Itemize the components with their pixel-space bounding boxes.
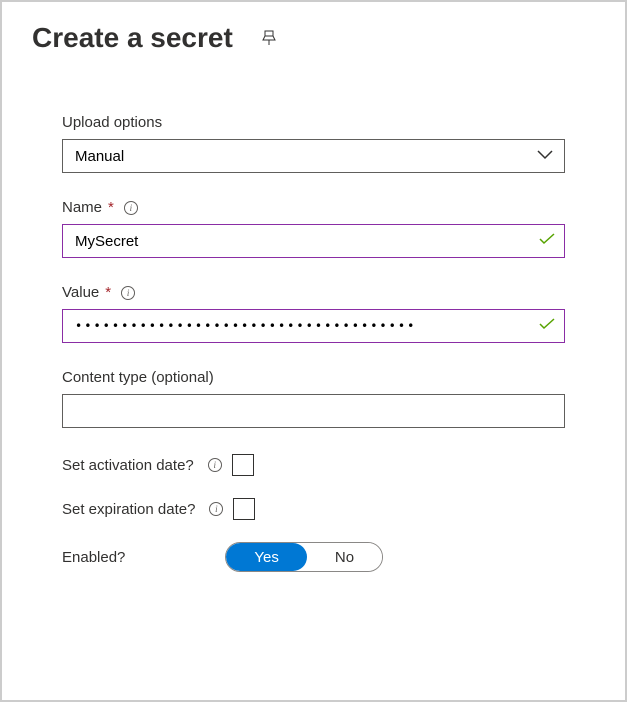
info-icon[interactable]: i [209,502,223,516]
enabled-toggle: Yes No [225,542,383,572]
enabled-label: Enabled? [62,549,125,566]
activation-date-label: Set activation date? [62,457,194,474]
activation-date-checkbox[interactable] [232,454,254,476]
enabled-yes-button[interactable]: Yes [226,543,306,571]
info-icon[interactable]: i [124,201,138,215]
content-type-label: Content type (optional) [62,369,565,386]
page-title: Create a secret [32,22,233,54]
expiration-date-label: Set expiration date? [62,501,195,518]
name-label: Name [62,199,102,216]
pin-icon[interactable] [261,29,279,47]
content-type-input[interactable] [62,394,565,428]
upload-options-label: Upload options [62,114,565,131]
value-label: Value [62,284,99,301]
required-indicator: * [105,284,111,301]
name-input[interactable] [62,224,565,258]
check-icon [539,317,555,335]
required-indicator: * [108,199,114,216]
value-input[interactable]: ••••••••••••••••••••••••••••••••••••• [62,309,565,343]
info-icon[interactable]: i [208,458,222,472]
upload-options-select[interactable] [62,139,565,173]
check-icon [539,232,555,250]
info-icon[interactable]: i [121,286,135,300]
expiration-date-checkbox[interactable] [233,498,255,520]
enabled-no-button[interactable]: No [307,543,382,571]
